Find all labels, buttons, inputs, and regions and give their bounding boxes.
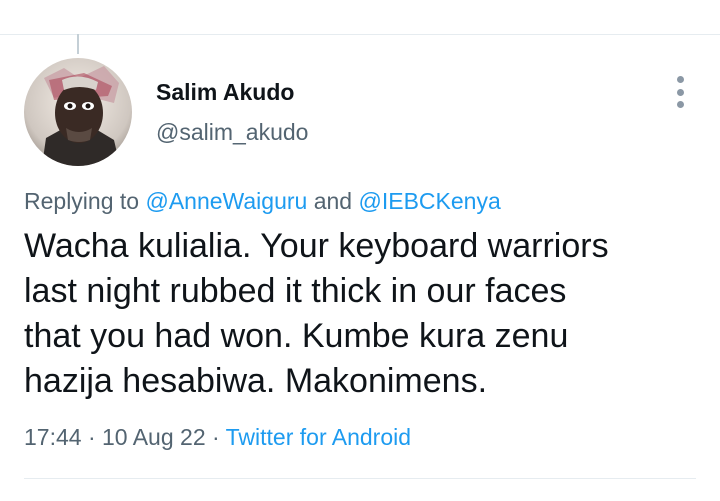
top-divider xyxy=(0,34,720,35)
tweet-text-line: that you had won. Kumbe kura zenu xyxy=(24,317,569,355)
more-options-icon[interactable] xyxy=(668,76,692,108)
tweet-source-link[interactable]: Twitter for Android xyxy=(226,424,411,450)
display-name[interactable]: Salim Akudo xyxy=(156,79,294,106)
mention-link[interactable]: @AnneWaiguru xyxy=(145,188,307,214)
tweet-text-line: Wacha kulialia. Your keyboard warriors xyxy=(24,227,609,265)
more-dot xyxy=(676,101,684,108)
meta-separator: · xyxy=(205,424,226,450)
tweet-meta: 17:44 · 10 Aug 22 · Twitter for Android xyxy=(24,424,411,451)
tweet-date[interactable]: 10 Aug 22 xyxy=(102,424,206,450)
more-dot xyxy=(676,76,684,83)
user-handle[interactable]: @salim_akudo xyxy=(156,119,308,146)
thread-connector-line xyxy=(77,34,79,54)
replying-prefix: Replying to xyxy=(24,188,140,214)
bottom-divider xyxy=(24,478,696,479)
avatar[interactable] xyxy=(24,58,132,166)
replying-to-line: Replying to @AnneWaiguru and @IEBCKenya xyxy=(24,188,501,215)
tweet-time[interactable]: 17:44 xyxy=(24,424,82,450)
tweet-text: Wacha kulialia. Your keyboard warriors l… xyxy=(24,224,704,404)
mention-link[interactable]: @IEBCKenya xyxy=(358,188,500,214)
tweet-text-line: hazija hesabiwa. Makonimens. xyxy=(24,362,488,400)
tweet-text-line: last night rubbed it thick in our faces xyxy=(24,272,567,310)
meta-separator: · xyxy=(81,424,103,450)
replying-joiner: and xyxy=(313,188,353,214)
more-dot xyxy=(676,88,684,96)
